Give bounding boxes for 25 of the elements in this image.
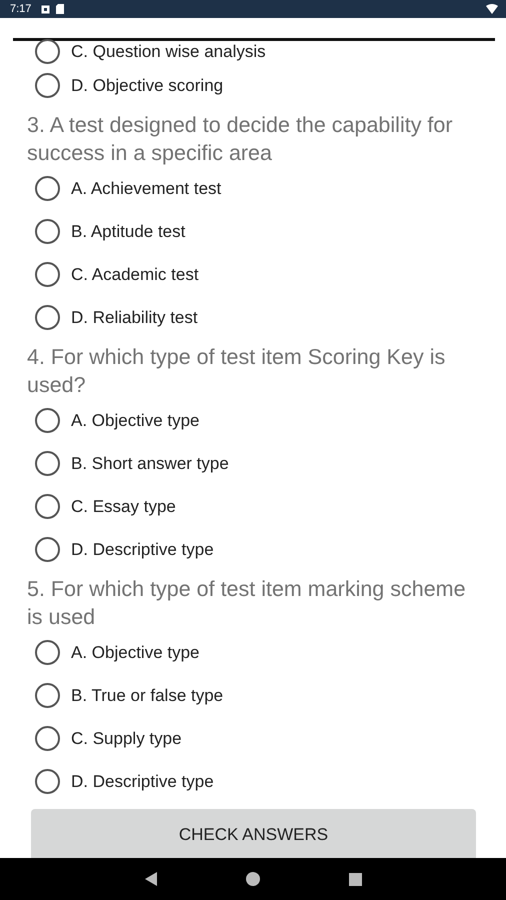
notification-icon bbox=[41, 4, 50, 14]
radio-option[interactable]: B. Short answer type bbox=[35, 442, 229, 485]
radio-option[interactable]: C. Question wise analysis bbox=[35, 39, 495, 64]
radio-option[interactable]: A. Achievement test bbox=[35, 167, 222, 210]
recents-icon[interactable] bbox=[348, 872, 362, 886]
home-icon[interactable] bbox=[246, 872, 260, 886]
wifi-icon bbox=[486, 4, 498, 14]
radio-option[interactable]: A. Objective type bbox=[35, 631, 200, 674]
radio-option[interactable]: D. Descriptive type bbox=[35, 528, 214, 571]
check-answers-button[interactable]: CHECK ANSWERS bbox=[31, 809, 476, 858]
sd-card-icon bbox=[56, 4, 64, 14]
radio-option[interactable]: C. Essay type bbox=[35, 485, 176, 528]
radio-option[interactable]: B. True or false type bbox=[35, 674, 224, 717]
radio-option[interactable]: A. Objective type bbox=[35, 399, 200, 442]
back-icon[interactable] bbox=[144, 872, 156, 886]
status-time: 7:17 bbox=[10, 3, 32, 15]
radio-option[interactable]: D. Reliability test bbox=[35, 296, 198, 339]
radio-option[interactable]: B. Aptitude test bbox=[35, 210, 186, 253]
question-text: 3. A test designed to decide the capability for success in a specific area bbox=[27, 112, 454, 167]
radio-option[interactable]: D. Objective scoring bbox=[35, 64, 224, 107]
question-text: 5. For which type of test item marking scheme is used bbox=[27, 576, 467, 631]
radio-option[interactable]: D. Descriptive type bbox=[35, 760, 214, 803]
question-text: 4. For which type of test item Scoring Key is used? bbox=[27, 344, 446, 399]
radio-option[interactable]: C. Supply type bbox=[35, 717, 182, 760]
radio-option[interactable]: C. Academic test bbox=[35, 253, 199, 296]
